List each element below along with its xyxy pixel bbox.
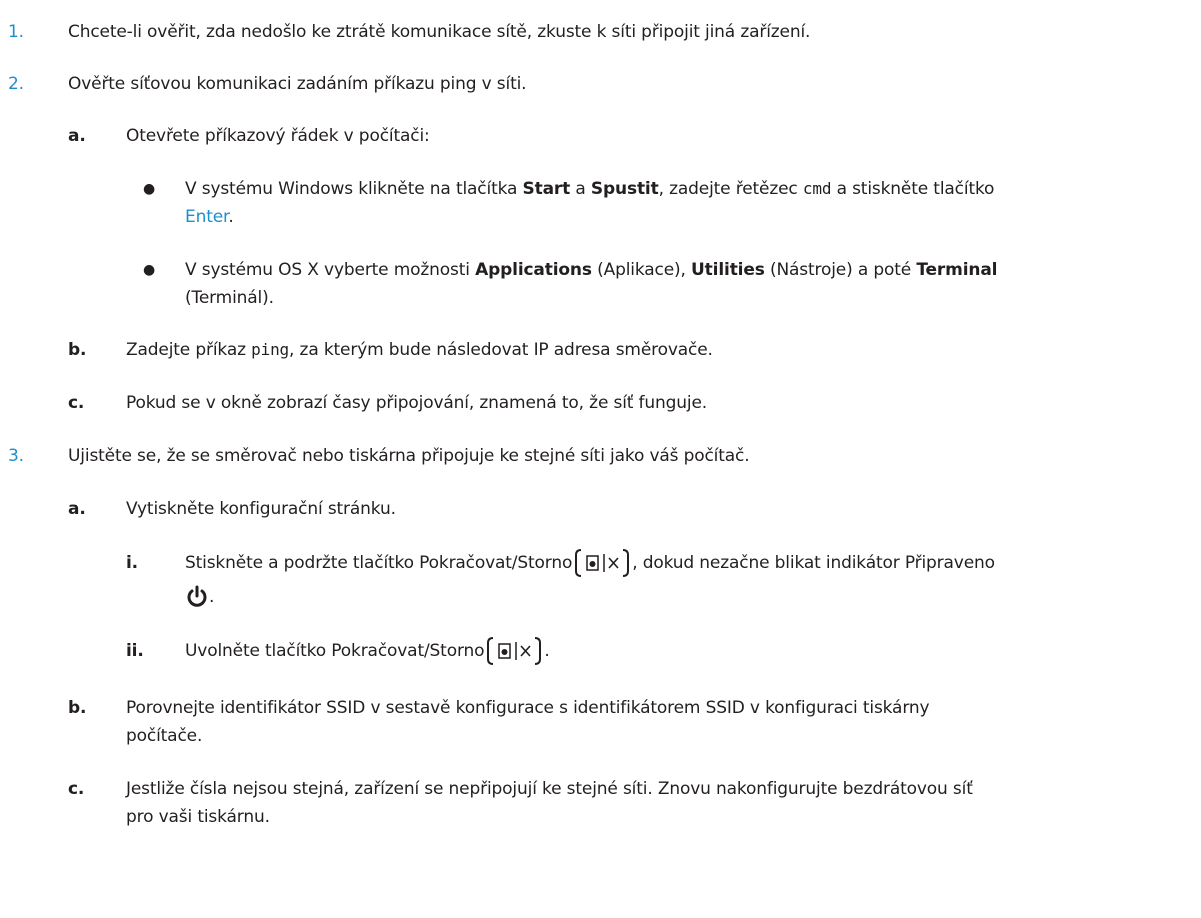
roman-text: Uvolněte tlačítko Pokračovat/Storno. <box>185 636 550 666</box>
resume-cancel-button-icon <box>486 636 542 666</box>
substep-text: Pokud se v okně zobrazí časy připojování… <box>126 393 708 413</box>
applications-label: Applications <box>475 260 592 280</box>
bullet-dot: ● <box>143 181 156 197</box>
substep-letter: b. <box>68 340 87 360</box>
substep-text: Porovnejte identifikátor SSID v sestavě … <box>126 698 930 718</box>
substep-letter: c. <box>68 779 85 799</box>
substep-text: Vytiskněte konfigurační stránku. <box>126 499 396 519</box>
bullet-text: V systému OS X vyberte možnosti Applicat… <box>185 260 998 280</box>
roman-numeral: i. <box>126 553 138 573</box>
power-ready-icon <box>185 585 209 609</box>
terminal-label: Terminal <box>916 260 998 280</box>
bullet-text: V systému Windows klikněte na tlačítka S… <box>185 179 995 199</box>
enter-link[interactable]: Enter <box>185 207 228 227</box>
roman-text: Stiskněte a podržte tlačítko Pokračovat/… <box>185 548 995 578</box>
substep-text: Otevřete příkazový řádek v počítači: <box>126 126 430 146</box>
substep-letter: b. <box>68 698 87 718</box>
ping-code: ping <box>251 340 290 359</box>
step-number: 1. <box>8 22 24 42</box>
step-number: 2. <box>8 74 24 94</box>
bullet-dot: ● <box>143 262 156 278</box>
cmd-code: cmd <box>802 179 832 198</box>
resume-cancel-button-icon <box>574 548 630 578</box>
run-label: Spustit <box>590 179 659 199</box>
substep-text: Jestliže čísla nejsou stejná, zařízení s… <box>126 779 973 799</box>
utilities-label: Utilities <box>691 260 765 280</box>
substep-text: Zadejte příkaz ping, za kterým bude násl… <box>126 340 713 360</box>
step-text: Ujistěte se, že se směrovač nebo tiskárn… <box>68 446 750 466</box>
substep-letter: c. <box>68 393 85 413</box>
substep-letter: a. <box>68 499 86 519</box>
step-text: Chcete-li ověřit, zda nedošlo ke ztrátě … <box>68 22 811 42</box>
step-number: 3. <box>8 446 24 466</box>
step-text: Ověřte síťovou komunikaci zadáním příkaz… <box>68 74 527 94</box>
substep-letter: a. <box>68 126 86 146</box>
roman-numeral: ii. <box>126 641 144 661</box>
start-label: Start <box>522 179 571 199</box>
